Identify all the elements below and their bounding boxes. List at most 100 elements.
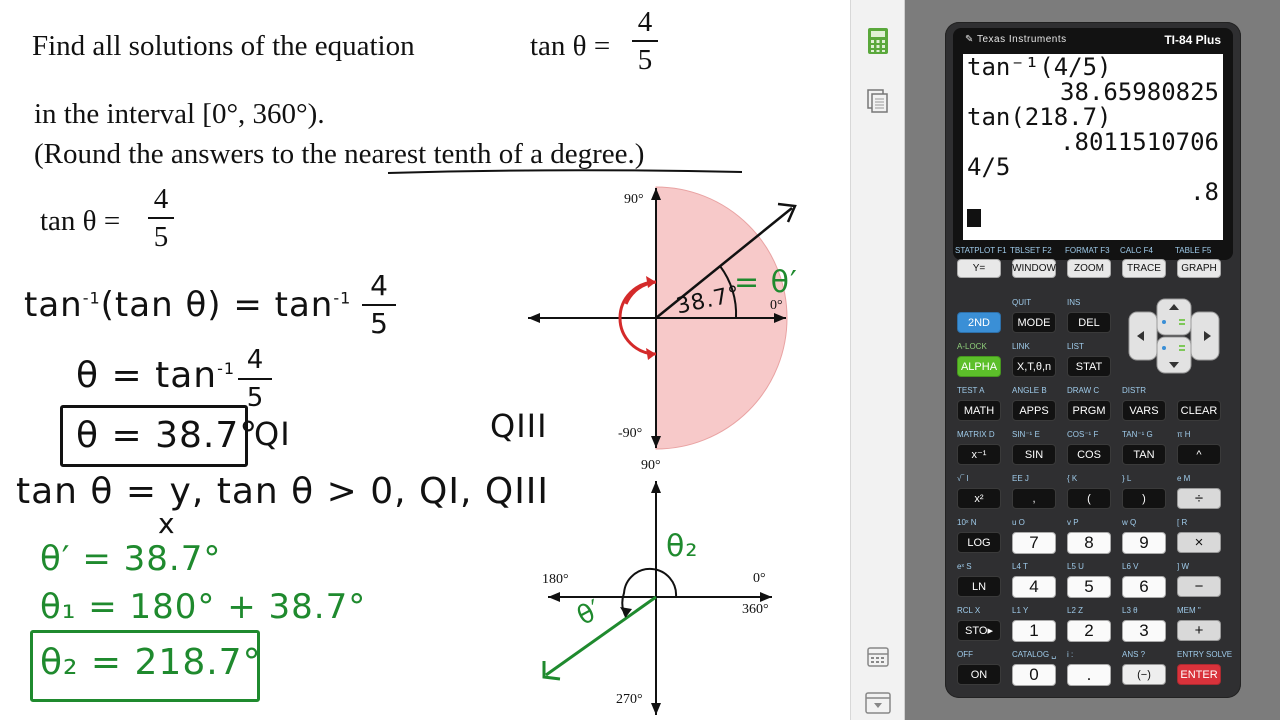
key-alt-label: CALC F4 bbox=[1120, 246, 1153, 255]
green-step-2: θ₁ = 180° + 38.7° bbox=[40, 587, 367, 627]
key-alt-label: e M bbox=[1177, 474, 1191, 483]
key-key-2[interactable]: . bbox=[1067, 664, 1111, 686]
key-key-4[interactable]: ÷ bbox=[1177, 488, 1221, 509]
fn-key-y-0[interactable]: Y= bbox=[957, 259, 1001, 278]
key-alt-label: CATALOG ␣ bbox=[1012, 650, 1057, 659]
key-math-0[interactable]: MATH bbox=[957, 400, 1001, 421]
key-alt-label: 10ˣ N bbox=[957, 518, 977, 527]
key-ln-0[interactable]: LN bbox=[957, 576, 1001, 597]
key-clear-4[interactable]: CLEAR bbox=[1177, 400, 1221, 421]
key-vars-3[interactable]: VARS bbox=[1122, 400, 1166, 421]
keypad-icon[interactable] bbox=[863, 642, 893, 672]
calculator-icon[interactable] bbox=[863, 26, 893, 56]
g2-x-arrow-right bbox=[760, 592, 772, 602]
key-enter-4[interactable]: ENTER bbox=[1177, 664, 1221, 685]
whiteboard: Find all solutions of the equation tan θ… bbox=[0, 0, 850, 720]
green-step-1: θ′ = 38.7° bbox=[40, 539, 222, 579]
fn-key-window-1[interactable]: WINDOW bbox=[1012, 259, 1056, 278]
fn-key-zoom-2[interactable]: ZOOM bbox=[1067, 259, 1111, 278]
key-alt-label: TABLE F5 bbox=[1175, 246, 1212, 255]
key-alt-label: MATRIX D bbox=[957, 430, 995, 439]
step-1-fraction: 4 5 bbox=[362, 270, 396, 340]
key-x-0[interactable]: x² bbox=[957, 488, 1001, 509]
step-4-denominator: x bbox=[158, 507, 176, 540]
key-apps-1[interactable]: APPS bbox=[1012, 400, 1056, 421]
tool-strip bbox=[850, 0, 905, 720]
display-line-4: .8011510706 bbox=[1060, 128, 1219, 156]
documents-icon[interactable] bbox=[863, 86, 893, 116]
key-alt-label: L2 Z bbox=[1067, 606, 1084, 615]
step-1-inv-2: -1 bbox=[333, 288, 352, 308]
key-alt-label: MEM " bbox=[1177, 606, 1201, 615]
key-alt-label: v P bbox=[1067, 518, 1079, 527]
step-1-num: 4 bbox=[370, 269, 388, 302]
key-prgm-2[interactable]: PRGM bbox=[1067, 400, 1111, 421]
key-0-1[interactable]: 0 bbox=[1012, 664, 1056, 686]
solution-angle-graph bbox=[542, 481, 772, 715]
key-key-2[interactable]: ( bbox=[1067, 488, 1111, 509]
key-alt-label: LIST bbox=[1067, 342, 1084, 351]
step-1-inv: -1 bbox=[82, 288, 101, 308]
key-2nd-0[interactable]: 2ND bbox=[957, 312, 1001, 333]
step-1-rest: (tan θ) = tan bbox=[100, 285, 334, 325]
calculator-screen-bezel: ✎ Texas Instruments TI-84 Plus tan⁻¹(4/5… bbox=[953, 28, 1233, 260]
step-1-bar bbox=[362, 304, 396, 306]
key-alt-label: L5 U bbox=[1067, 562, 1084, 571]
g1-label-90: 90° bbox=[624, 192, 644, 207]
g1-theta-prime: = θ′ bbox=[734, 265, 798, 300]
key-3-3[interactable]: 3 bbox=[1122, 620, 1166, 642]
key-key-1[interactable]: , bbox=[1012, 488, 1056, 509]
key-key-4[interactable]: ^ bbox=[1177, 444, 1221, 465]
toolbar-icon[interactable] bbox=[863, 688, 893, 718]
key-key-3[interactable]: ) bbox=[1122, 488, 1166, 509]
key-alt-label: TEST A bbox=[957, 386, 985, 395]
key-alt-label: TBLSET F2 bbox=[1010, 246, 1052, 255]
key-4-1[interactable]: 4 bbox=[1012, 576, 1056, 598]
key-alt-label: { K bbox=[1067, 474, 1078, 483]
step-2-inv: -1 bbox=[217, 359, 236, 378]
given-frac-num: 4 bbox=[153, 183, 169, 215]
key-x-0[interactable]: x⁻¹ bbox=[957, 444, 1001, 465]
key-sin-1[interactable]: SIN bbox=[1012, 444, 1056, 465]
key-2-2[interactable]: 2 bbox=[1067, 620, 1111, 642]
key-alpha-0[interactable]: ALPHA bbox=[957, 356, 1001, 377]
key-alt-label: π H bbox=[1177, 430, 1191, 439]
key-alt-label: L6 V bbox=[1122, 562, 1139, 571]
brand-text: Texas Instruments bbox=[976, 34, 1067, 45]
step-2-bar bbox=[238, 378, 272, 380]
key-alt-label: RCL X bbox=[957, 606, 981, 615]
red-arrow-top bbox=[646, 276, 656, 288]
key-1-1[interactable]: 1 bbox=[1012, 620, 1056, 642]
key-on-0[interactable]: ON bbox=[957, 664, 1001, 685]
key-stat-2[interactable]: STAT bbox=[1067, 356, 1111, 377]
key-x-t-n-1[interactable]: X,T,θ,n bbox=[1012, 356, 1056, 377]
key-alt-label: QUIT bbox=[1012, 298, 1032, 307]
key-log-0[interactable]: LOG bbox=[957, 532, 1001, 553]
key-alt-label: i : bbox=[1067, 650, 1074, 659]
g2-y-arrow-up bbox=[651, 481, 661, 493]
step-1: tan-1(tan θ) = tan-1 bbox=[24, 288, 351, 322]
g2-theta2: θ₂ bbox=[666, 529, 699, 564]
display-line-5: 4/5 bbox=[967, 153, 1011, 181]
key-6-3[interactable]: 6 bbox=[1122, 576, 1166, 598]
key-mode-1[interactable]: MODE bbox=[1012, 312, 1056, 333]
key-5-2[interactable]: 5 bbox=[1067, 576, 1111, 598]
key-key-3[interactable]: (−) bbox=[1122, 664, 1166, 685]
key-8-2[interactable]: 8 bbox=[1067, 532, 1111, 554]
key-key-4[interactable]: + bbox=[1177, 620, 1221, 641]
key-7-1[interactable]: 7 bbox=[1012, 532, 1056, 554]
key-alt-label: w Q bbox=[1122, 518, 1137, 527]
fn-key-trace-3[interactable]: TRACE bbox=[1122, 259, 1166, 278]
step-2-num: 4 bbox=[246, 345, 264, 375]
fn-key-graph-4[interactable]: GRAPH bbox=[1177, 259, 1221, 278]
key-tan-3[interactable]: TAN bbox=[1122, 444, 1166, 465]
key-alt-label: EE J bbox=[1012, 474, 1029, 483]
key-key-4[interactable]: − bbox=[1177, 576, 1221, 597]
key-sto-0[interactable]: STO▸ bbox=[957, 620, 1001, 641]
key-cos-2[interactable]: COS bbox=[1067, 444, 1111, 465]
key-del-2[interactable]: DEL bbox=[1067, 312, 1111, 333]
brand-label: ✎ Texas Instruments bbox=[965, 34, 1067, 45]
display-line-1: tan⁻¹(4/5) bbox=[967, 54, 1112, 81]
key-9-3[interactable]: 9 bbox=[1122, 532, 1166, 554]
key-key-4[interactable]: × bbox=[1177, 532, 1221, 553]
